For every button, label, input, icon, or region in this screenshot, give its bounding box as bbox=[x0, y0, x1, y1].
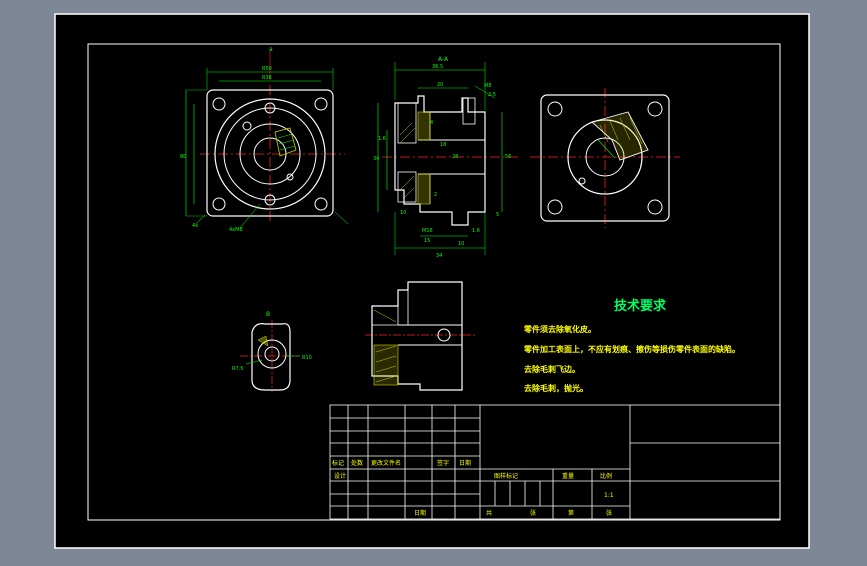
detail-b-dim-right: R10 bbox=[302, 355, 312, 361]
section-dim-17: 34 bbox=[436, 253, 442, 259]
stage-header-0: 图样标记 bbox=[494, 472, 518, 480]
section-dim-5: 18 bbox=[440, 142, 446, 148]
section-dim-14: M16 bbox=[422, 228, 433, 234]
rev-header-1: 处数 bbox=[351, 459, 363, 467]
section-dim-0: 36.5 bbox=[432, 64, 443, 70]
section-dim-4: 4 bbox=[430, 120, 433, 126]
stage-header-1: 重量 bbox=[562, 472, 574, 480]
drawing-canvas: a R50 R36 80 4x 4xM8 A-A 36.5 20 M8 2.5 … bbox=[54, 13, 810, 549]
rev-header-0: 标记 bbox=[332, 459, 344, 467]
front-view-label: a bbox=[269, 46, 273, 53]
design-label: 设计 bbox=[334, 472, 346, 480]
sheet-label-2: 张 bbox=[606, 509, 612, 517]
section-dim-7: 56 bbox=[505, 154, 511, 160]
stage-header-2: 比例 bbox=[600, 472, 612, 480]
sheet-no: 第 bbox=[568, 509, 574, 517]
section-dim-10: 2 bbox=[434, 192, 437, 198]
section-dim-6: 28 bbox=[452, 154, 458, 160]
section-dim-9: 10 bbox=[400, 210, 406, 216]
detail-b-label: B bbox=[266, 311, 270, 318]
front-dim-inner: R36 bbox=[262, 75, 272, 81]
section-dim-1: 20 bbox=[437, 82, 443, 88]
section-dim-13: 10 bbox=[458, 241, 464, 247]
front-dim-left: 80 bbox=[180, 154, 186, 160]
cad-viewport: a R50 R36 80 4x 4xM8 A-A 36.5 20 M8 2.5 … bbox=[0, 0, 867, 562]
section-dim-12: 1.6 bbox=[472, 228, 480, 234]
section-dim-3: 2.5 bbox=[488, 92, 496, 98]
section-dim-2: M8 bbox=[484, 83, 492, 89]
note-item-0: 零件须去除氧化皮。 bbox=[523, 324, 596, 334]
sheet-total: 共 bbox=[486, 509, 492, 517]
note-item-1: 零件加工表面上，不应有划痕、擦伤等损伤零件表面的缺陷。 bbox=[523, 344, 740, 354]
sheet-label: 张 bbox=[530, 509, 536, 517]
front-dim-top: R50 bbox=[262, 66, 272, 72]
rev-header-4: 日期 bbox=[459, 459, 471, 467]
detail-b-dim-left: R7.5 bbox=[232, 366, 243, 372]
front-dim-bottom-right: 4xM8 bbox=[229, 227, 243, 233]
date-label: 日期 bbox=[414, 509, 426, 517]
section-dim-15: 15 bbox=[424, 238, 430, 244]
note-item-3: 去除毛刺，抛光。 bbox=[524, 383, 588, 393]
section-dim-11: 5 bbox=[496, 212, 499, 218]
section-view-label: A-A bbox=[438, 56, 449, 63]
rev-header-2: 更改文件名 bbox=[371, 459, 401, 467]
front-dim-bottom-left: 4x bbox=[192, 223, 198, 229]
section-dim-8: 34 bbox=[373, 156, 379, 162]
rev-header-3: 签字 bbox=[437, 459, 449, 467]
section-dim-16: 1.6 bbox=[378, 136, 386, 142]
scale-value: 1:1 bbox=[604, 492, 614, 499]
notes-title: 技术要求 bbox=[614, 298, 667, 314]
note-item-2: 去除毛刺飞边。 bbox=[524, 364, 580, 374]
